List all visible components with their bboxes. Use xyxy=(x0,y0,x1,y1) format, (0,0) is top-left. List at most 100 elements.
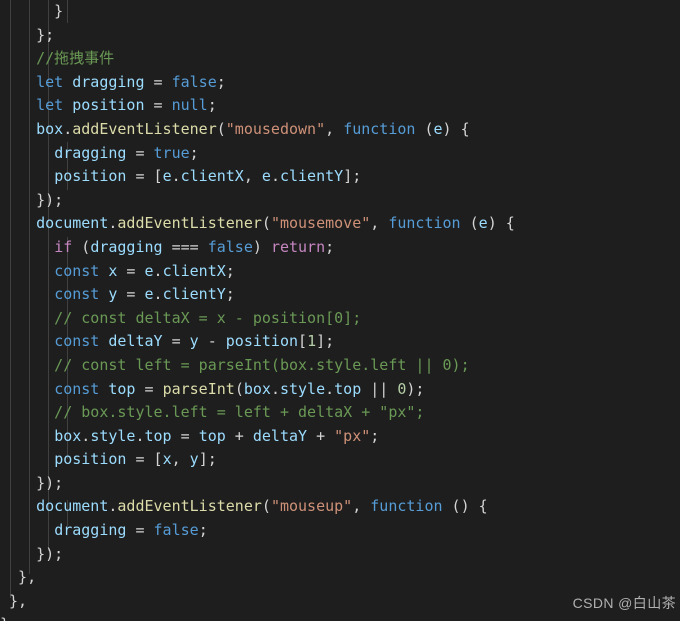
code-token: . xyxy=(325,379,335,398)
code-token: let xyxy=(36,72,64,91)
code-token: //拖拽事件 xyxy=(0,49,115,68)
code-token: }, xyxy=(0,591,28,610)
code-token: ) xyxy=(252,237,271,256)
code-token: = xyxy=(144,96,172,115)
code-token: ( xyxy=(460,214,479,233)
code-token: // const left = parseInt(box.style.left … xyxy=(0,355,470,374)
code-token: ; xyxy=(189,143,199,162)
code-token: ; xyxy=(225,285,235,304)
code-token: } xyxy=(0,2,64,20)
code-token: . xyxy=(171,167,181,186)
code-token: const xyxy=(54,285,100,304)
code-token: }); xyxy=(0,190,64,209)
code-token: ( xyxy=(261,497,271,516)
code-token: y xyxy=(189,450,199,469)
code-token: ]; xyxy=(316,332,335,351)
code-line[interactable]: }); xyxy=(0,189,680,213)
code-token: "mousemove" xyxy=(270,214,371,233)
code-token: = xyxy=(162,332,190,351)
code-line[interactable]: let position = null; xyxy=(0,94,680,118)
code-token: document xyxy=(36,497,109,516)
code-token: e xyxy=(144,285,154,304)
code-line[interactable]: dragging = false; xyxy=(0,519,680,543)
code-line[interactable]: document.addEventListener("mousemove", f… xyxy=(0,212,680,236)
code-token: . xyxy=(135,426,145,445)
code-token: null xyxy=(171,96,208,115)
code-token: e xyxy=(478,214,488,233)
code-token: function xyxy=(343,119,416,138)
code-content[interactable]: } }; //拖拽事件 let dragging = false; let po… xyxy=(0,0,680,621)
code-line[interactable]: const x = e.clientX; xyxy=(0,260,680,284)
code-token: dragging xyxy=(54,143,127,162)
code-editor[interactable]: } }; //拖拽事件 let dragging = false; let po… xyxy=(0,0,680,621)
code-line[interactable]: // const deltaX = x - position[0]; xyxy=(0,307,680,331)
csdn-watermark: CSDN @白山茶 xyxy=(572,595,676,611)
code-line[interactable]: // const left = parseInt(box.style.left … xyxy=(0,354,680,378)
code-token: ( xyxy=(234,379,244,398)
code-line[interactable]: }); xyxy=(0,472,680,496)
code-line[interactable]: let dragging = false; xyxy=(0,71,680,95)
code-token: ); xyxy=(406,379,425,398)
code-line[interactable]: box.style.top = top + deltaY + "px"; xyxy=(0,425,680,449)
code-token: if xyxy=(54,237,73,256)
code-token: top xyxy=(334,379,362,398)
code-token: ; xyxy=(216,72,226,91)
code-token: , xyxy=(370,214,389,233)
code-token: "px" xyxy=(334,426,371,445)
code-line[interactable]: position = [e.clientX, e.clientY]; xyxy=(0,165,680,189)
code-token: let xyxy=(36,96,64,115)
code-line[interactable]: position = [x, y]; xyxy=(0,448,680,472)
code-line[interactable]: const y = e.clientY; xyxy=(0,283,680,307)
code-token: }); xyxy=(0,544,64,563)
code-line[interactable]: }; xyxy=(0,613,680,621)
code-token: clientY xyxy=(279,167,344,186)
code-line[interactable]: const deltaY = y - position[1]; xyxy=(0,330,680,354)
code-token: "mousedown" xyxy=(225,119,326,138)
code-token: e xyxy=(261,167,271,186)
code-token: position xyxy=(72,96,145,115)
code-token: deltaY xyxy=(252,426,308,445)
code-line[interactable]: const top = parseInt(box.style.top || 0)… xyxy=(0,378,680,402)
code-token: ; xyxy=(225,261,235,280)
code-token: . xyxy=(153,285,163,304)
code-token: ( xyxy=(72,237,91,256)
code-token: style xyxy=(90,426,136,445)
code-token: () { xyxy=(442,497,488,516)
code-token: const xyxy=(54,332,100,351)
code-token: ]; xyxy=(343,167,362,186)
code-token: = xyxy=(144,72,172,91)
code-token: addEventListener xyxy=(117,497,262,516)
code-line[interactable]: document.addEventListener("mouseup", fun… xyxy=(0,495,680,519)
code-token: addEventListener xyxy=(117,214,262,233)
code-token: }; xyxy=(0,25,55,44)
code-token: false xyxy=(171,72,217,91)
code-line[interactable]: }, xyxy=(0,566,680,590)
code-line[interactable]: dragging = true; xyxy=(0,142,680,166)
code-line[interactable]: }); xyxy=(0,543,680,567)
code-token: - xyxy=(198,332,226,351)
code-token: box xyxy=(36,119,64,138)
code-token: ( xyxy=(261,214,271,233)
code-line[interactable]: } xyxy=(0,0,680,24)
code-token: ( xyxy=(415,119,434,138)
code-token: ; xyxy=(325,237,335,256)
code-line[interactable]: // box.style.left = left + deltaX + "px"… xyxy=(0,401,680,425)
code-token: false xyxy=(153,521,199,540)
code-line[interactable]: }; xyxy=(0,24,680,48)
code-line[interactable]: box.addEventListener("mousedown", functi… xyxy=(0,118,680,142)
code-line[interactable]: //拖拽事件 xyxy=(0,47,680,71)
code-token: = xyxy=(117,261,145,280)
code-token: return xyxy=(270,237,326,256)
code-token: }); xyxy=(0,473,64,492)
code-line[interactable]: if (dragging === false) return; xyxy=(0,236,680,260)
